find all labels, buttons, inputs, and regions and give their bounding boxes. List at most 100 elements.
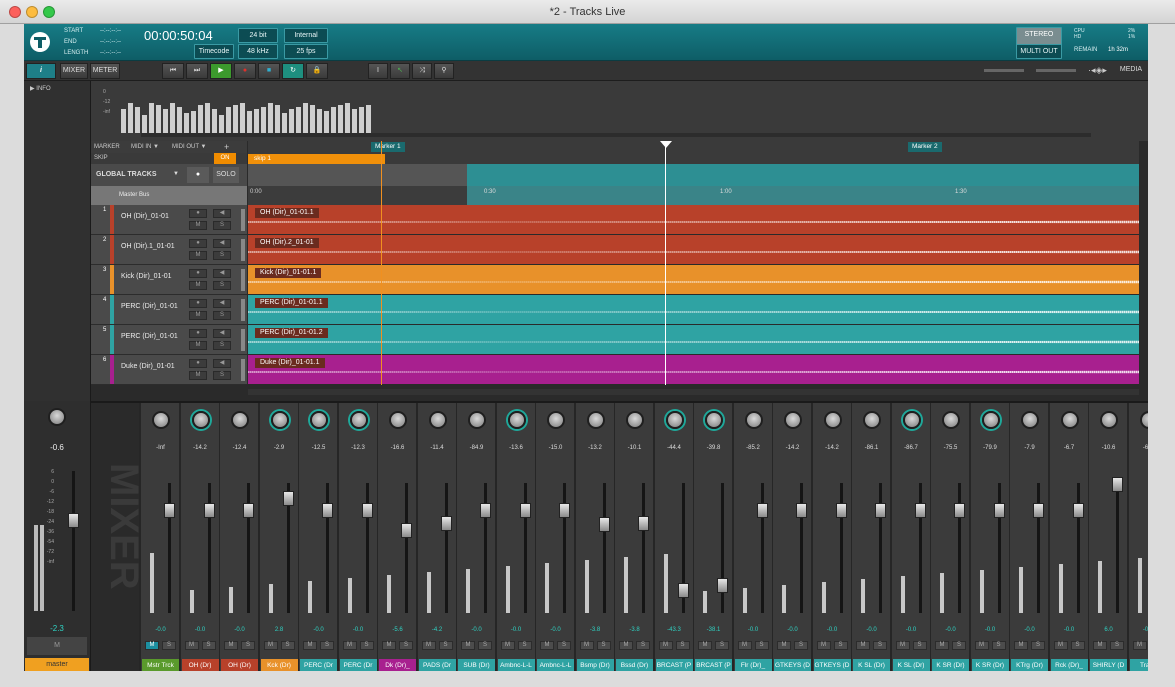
solo-button[interactable]: S <box>162 641 176 650</box>
pan-knob[interactable] <box>349 411 368 429</box>
record-arm-button[interactable]: ● <box>189 269 207 278</box>
solo-button[interactable]: S <box>517 641 532 650</box>
pan-knob[interactable] <box>784 411 802 429</box>
track-header[interactable]: 2 OH (Dir).1_01-01 ● ◀ M S <box>91 235 247 265</box>
speaker-icon[interactable]: ◀ <box>213 209 231 218</box>
mute-button[interactable]: M <box>816 641 831 650</box>
pan-knob[interactable] <box>1060 411 1079 429</box>
zoom-tool-button[interactable]: ⚲ <box>434 63 454 79</box>
length-value[interactable]: --:--:--:-- <box>100 50 121 56</box>
solo-button[interactable]: S <box>636 641 650 650</box>
solo-button[interactable]: S <box>1031 641 1045 650</box>
meter-scrollbar[interactable] <box>141 133 1091 137</box>
mute-button[interactable]: M <box>1132 641 1147 650</box>
mute-button[interactable]: M <box>189 371 207 380</box>
stop-button[interactable]: ■ <box>258 63 280 79</box>
channel-name[interactable]: BRCAST (P <box>655 659 693 671</box>
channel-name[interactable]: SHIRLY (D <box>1090 659 1127 671</box>
mute-button[interactable]: M <box>189 221 207 230</box>
volume-fader[interactable] <box>756 503 768 518</box>
ibeam-tool-button[interactable]: I <box>368 63 388 79</box>
mute-button[interactable]: M <box>1014 641 1028 650</box>
solo-button[interactable]: S <box>478 641 492 650</box>
solo-button[interactable]: S <box>399 641 413 650</box>
audio-clip-label[interactable]: Kick (Dir)_01-01.1 <box>255 268 322 278</box>
solo-button[interactable]: S <box>320 641 334 650</box>
track-name[interactable]: OH (Dir)_01-01 <box>121 213 169 220</box>
add-track-button[interactable]: + <box>224 141 229 153</box>
volume-fader[interactable] <box>835 503 847 518</box>
pointer-tool-button[interactable]: ↖ <box>390 63 410 79</box>
solo-button[interactable]: S <box>201 641 216 650</box>
speaker-icon[interactable]: ◀ <box>213 329 231 338</box>
loop-button[interactable]: ↻ <box>282 63 304 79</box>
channel-name[interactable]: K SL (Dr) <box>853 659 890 671</box>
pan-knob[interactable] <box>389 411 407 429</box>
speaker-icon[interactable]: ◀ <box>213 359 231 368</box>
multi-out-button[interactable]: MULTI OUT <box>1016 44 1062 59</box>
mute-button[interactable]: M <box>777 641 791 650</box>
sync-button[interactable]: Internal <box>284 28 328 43</box>
mute-button[interactable]: M <box>856 641 870 650</box>
mute-button[interactable]: M <box>974 641 989 650</box>
pan-knob[interactable] <box>823 411 842 429</box>
solo-button[interactable]: S <box>596 641 611 650</box>
volume-fader[interactable] <box>993 503 1005 518</box>
volume-fader[interactable] <box>203 503 215 518</box>
audio-clip-label[interactable]: PERC (Dir)_01-01.1 <box>255 298 328 308</box>
mute-button[interactable]: M <box>342 641 357 650</box>
end-value[interactable]: --:--:--:-- <box>100 39 121 45</box>
track-name[interactable]: PERC (Dir)_01-01 <box>121 333 178 340</box>
solo-button[interactable]: S <box>438 641 453 650</box>
split-tool-button[interactable]: ⤨ <box>412 63 432 79</box>
clock-mode-button[interactable]: Timecode <box>194 44 234 59</box>
mute-button[interactable]: M <box>698 641 712 650</box>
skip-region[interactable]: skip 1 <box>248 154 385 164</box>
mute-button[interactable]: M <box>421 641 436 650</box>
playhead[interactable] <box>665 141 666 385</box>
record-arm-button[interactable]: ● <box>189 329 207 338</box>
channel-name[interactable]: Kck (Dr) <box>260 659 298 671</box>
audio-clip-label[interactable]: Duke (Dir)_01-01.1 <box>255 358 325 368</box>
solo-button[interactable]: S <box>213 281 231 290</box>
channel-name[interactable]: PADS (Dr <box>418 659 456 671</box>
speaker-icon[interactable]: ◀ <box>213 269 231 278</box>
volume-fader[interactable] <box>954 503 965 518</box>
audio-clip-label[interactable]: OH (Dir).2_01-01 <box>255 238 319 248</box>
pan-knob[interactable] <box>1139 411 1148 429</box>
mute-button[interactable]: M <box>303 641 317 650</box>
timeline-scrollbar[interactable] <box>248 389 1139 395</box>
mute-button[interactable]: M <box>461 641 475 650</box>
track-header[interactable]: 1 OH (Dir)_01-01 ● ◀ M S <box>91 205 247 235</box>
track-name[interactable]: Duke (Dir)_01-01 <box>121 363 175 370</box>
pan-knob[interactable] <box>428 411 447 429</box>
track-height-slider[interactable] <box>984 69 1024 72</box>
solo-button[interactable]: S <box>557 641 571 650</box>
solo-button[interactable]: S <box>715 641 729 650</box>
track-name[interactable]: OH (Dir).1_01-01 <box>121 243 175 250</box>
audio-clip-label[interactable]: PERC (Dir)_01-01.2 <box>255 328 328 338</box>
pan-knob[interactable] <box>231 411 249 429</box>
volume-fader[interactable] <box>243 503 254 518</box>
channel-name[interactable]: GTKEYS (D <box>774 659 811 671</box>
solo-button[interactable]: S <box>794 641 808 650</box>
pan-knob[interactable] <box>942 411 960 429</box>
track-header[interactable]: 6 Duke (Dir)_01-01 ● ◀ M S <box>91 355 247 385</box>
channel-name[interactable]: PERC (Dr <box>300 659 337 671</box>
midi-in-dropdown[interactable]: MIDI IN ▼ <box>131 141 159 153</box>
track-header[interactable]: 4 PERC (Dir)_01-01 ● ◀ M S <box>91 295 247 325</box>
channel-name[interactable]: Dk (Dr)_ <box>379 659 416 671</box>
pan-knob[interactable] <box>902 411 921 429</box>
solo-button[interactable]: S <box>754 641 769 650</box>
mute-button[interactable]: M <box>619 641 633 650</box>
mixer-button[interactable]: MIXER <box>60 63 88 79</box>
mute-button[interactable]: M <box>1053 641 1068 650</box>
channel-name[interactable]: SUB (Dr) <box>458 659 495 671</box>
bit-depth-button[interactable]: 24 bit <box>238 28 278 43</box>
master-fader[interactable] <box>68 513 79 528</box>
solo-button[interactable]: S <box>213 251 231 260</box>
mute-button[interactable]: M <box>935 641 949 650</box>
channel-name[interactable]: Bssd (Dr) <box>616 659 653 671</box>
channel-name[interactable]: K SL (Dr) <box>892 659 930 671</box>
solo-button[interactable]: S <box>241 641 255 650</box>
